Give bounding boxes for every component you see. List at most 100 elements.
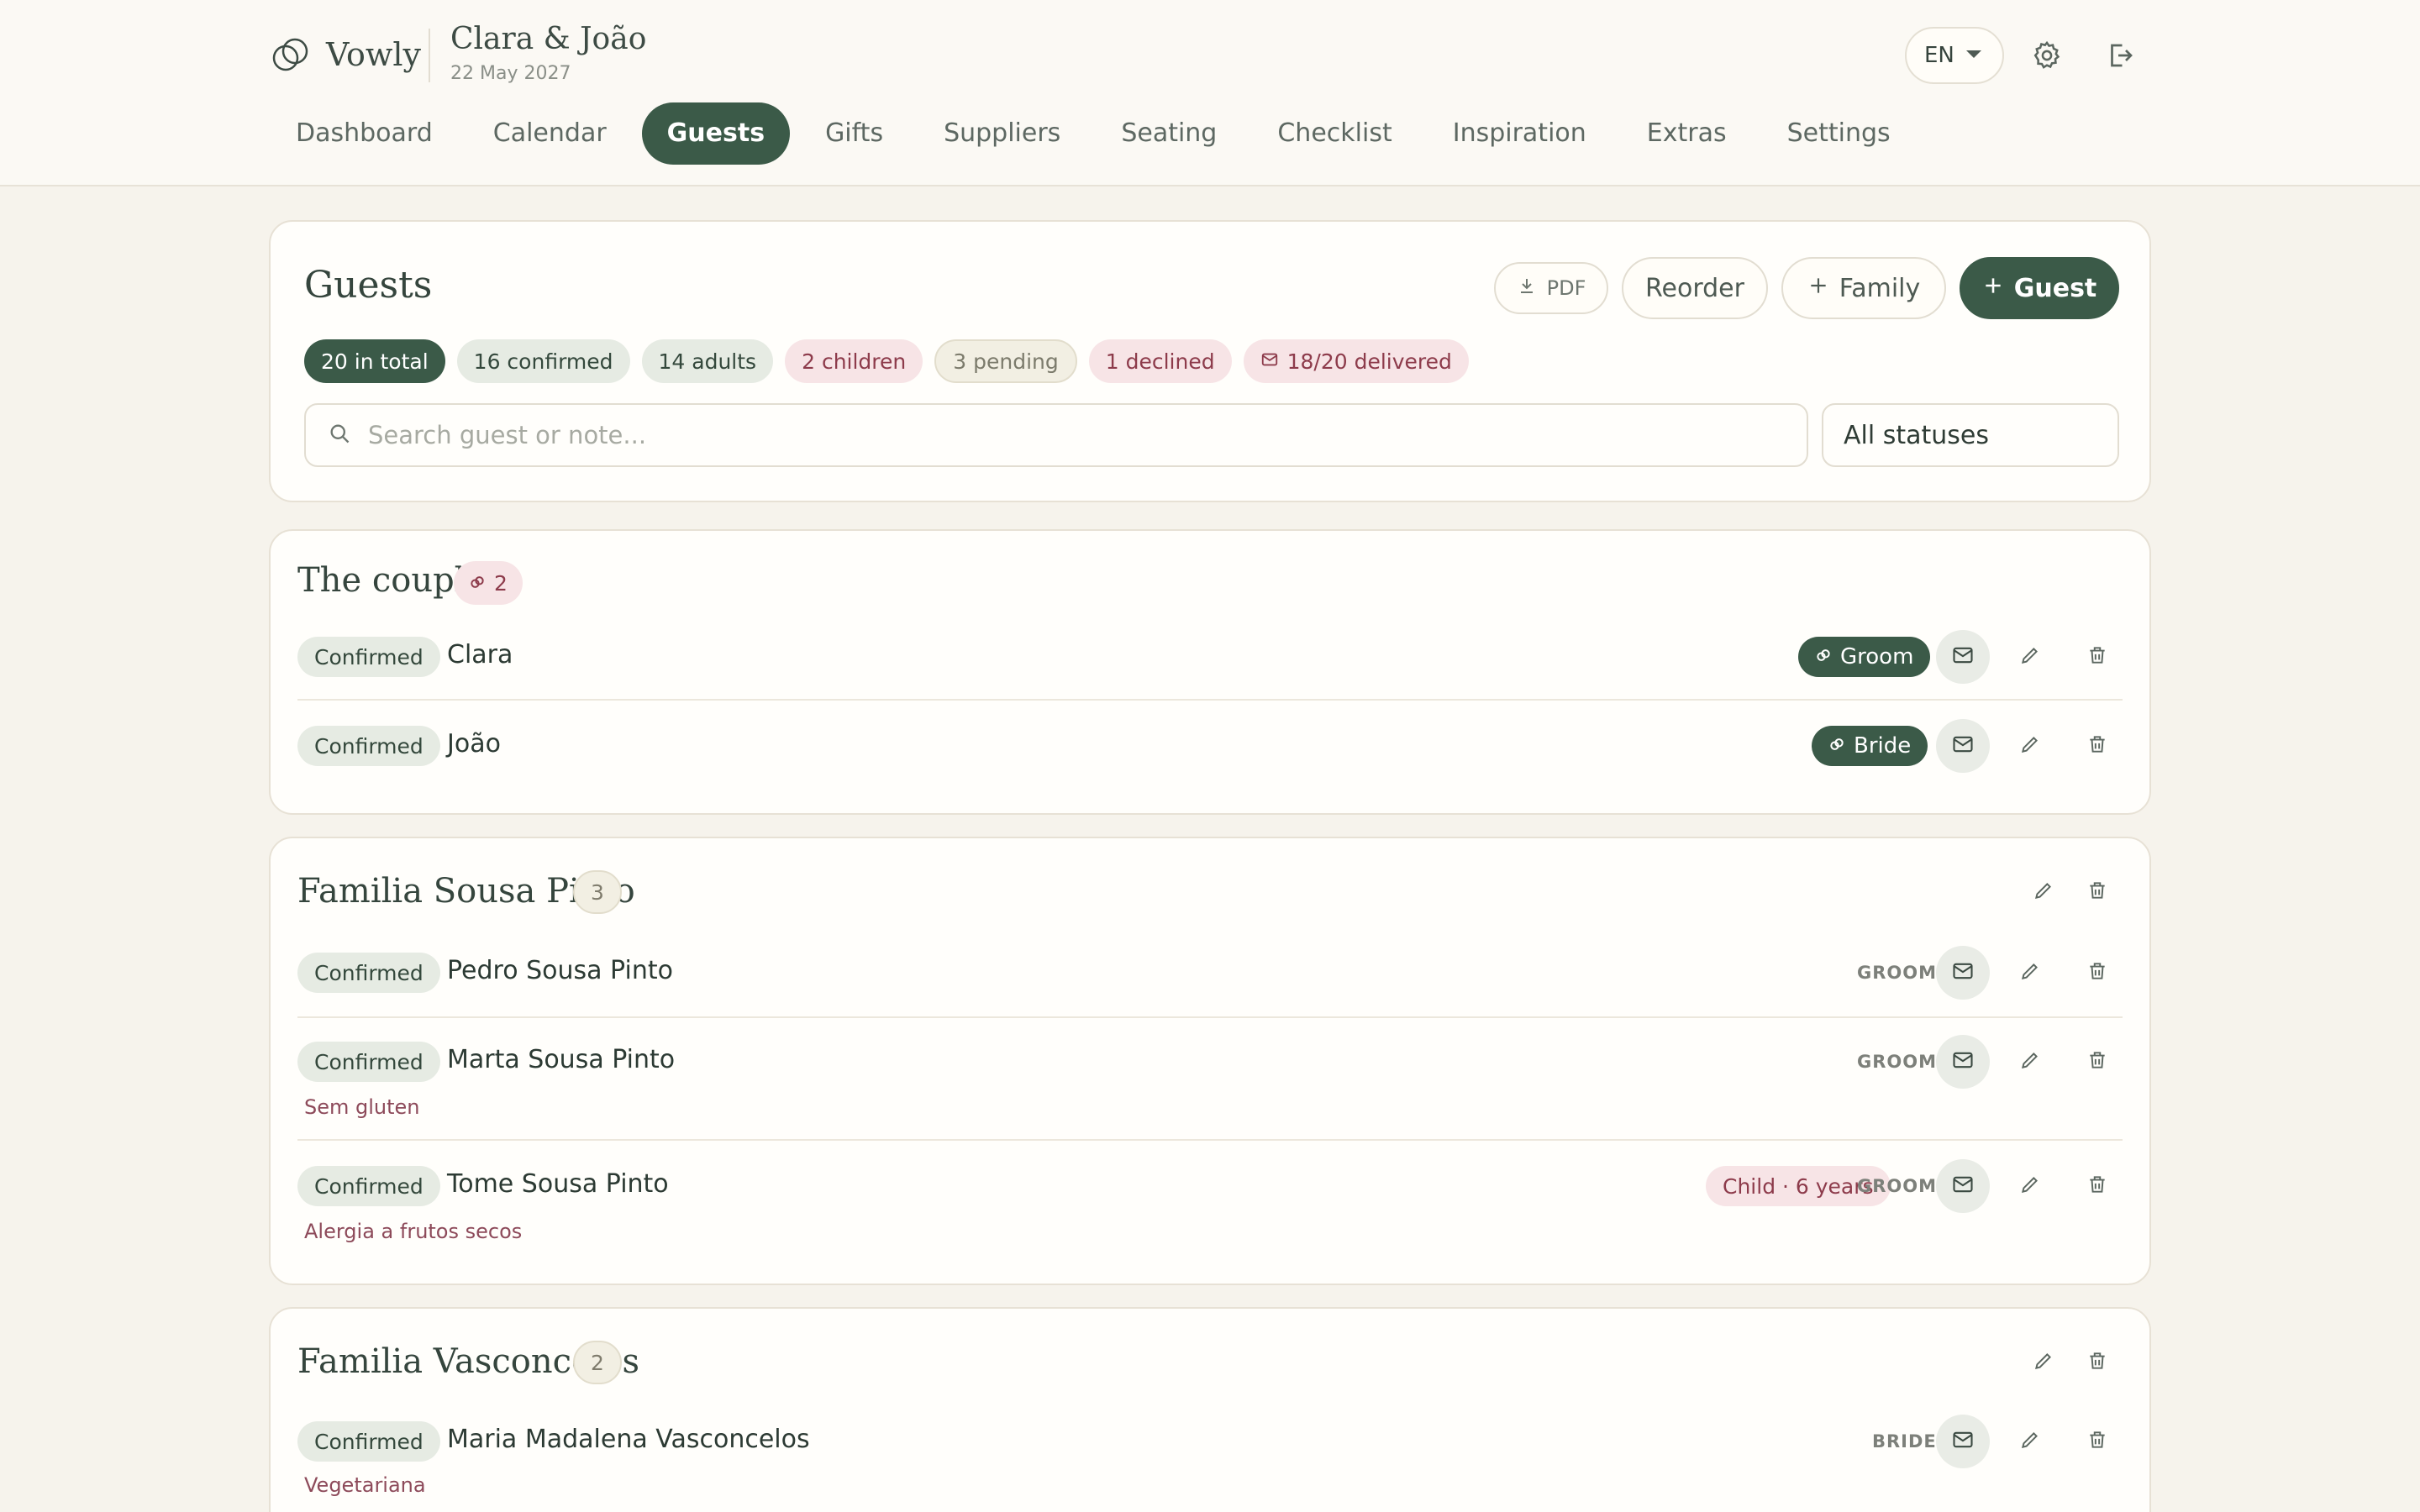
- export-pdf-button[interactable]: PDF: [1494, 262, 1608, 314]
- guest-name: Tome Sousa Pinto: [447, 1169, 669, 1199]
- guest-stats: 20 in total 16 confirmed 14 adults 2 chi…: [304, 339, 1469, 383]
- logo-rings-icon: [271, 34, 311, 75]
- nav-dashboard[interactable]: Dashboard: [271, 102, 458, 165]
- download-icon: [1517, 276, 1537, 301]
- add-guest-label: Guest: [2013, 273, 2097, 303]
- language-code: EN: [1924, 43, 1954, 68]
- delete-button[interactable]: [2079, 1168, 2116, 1205]
- mail-icon: [1951, 643, 1975, 670]
- send-invite-button[interactable]: [1936, 630, 1990, 684]
- trash-icon: [2086, 1049, 2108, 1074]
- delete-button[interactable]: [2079, 727, 2116, 764]
- send-invite-button[interactable]: [1936, 1159, 1990, 1213]
- mail-icon: [1951, 1173, 1975, 1200]
- gear-icon[interactable]: [2028, 37, 2065, 74]
- guest-row[interactable]: Confirmed João Bride: [297, 701, 2123, 790]
- logout-icon[interactable]: [2102, 37, 2139, 74]
- edit-button[interactable]: [2012, 638, 2049, 675]
- stat-children[interactable]: 2 children: [785, 339, 923, 383]
- delete-group-button[interactable]: [2079, 1344, 2116, 1381]
- trash-icon: [2086, 644, 2108, 669]
- group-card-vasconcelos: Familia Vasconcelos 2 Confirmed Maria Ma…: [269, 1307, 2151, 1512]
- search-input[interactable]: Search guest or note...: [304, 403, 1808, 467]
- edit-button[interactable]: [2012, 954, 2049, 991]
- send-invite-button[interactable]: [1936, 946, 1990, 1000]
- pencil-icon: [2019, 1429, 2041, 1454]
- status-badge: Confirmed: [297, 1166, 440, 1206]
- link-icon: [1815, 644, 1832, 669]
- nav-calendar[interactable]: Calendar: [468, 102, 632, 165]
- guest-row[interactable]: Confirmed Tome Sousa Pinto Alergia a fru…: [297, 1141, 2123, 1263]
- mail-icon: [1951, 1428, 1975, 1455]
- stat-total[interactable]: 20 in total: [304, 339, 445, 383]
- side-tag: BRIDE: [1872, 1431, 1937, 1452]
- guest-row[interactable]: Confirmed Marta Sousa Pinto Sem gluten G…: [297, 1018, 2123, 1141]
- app-name: Vowly: [326, 36, 421, 73]
- plus-icon: [1982, 274, 2004, 303]
- search-icon: [328, 422, 351, 449]
- mail-icon: [1951, 959, 1975, 986]
- pencil-icon: [2019, 644, 2041, 669]
- stat-adults[interactable]: 14 adults: [641, 339, 774, 383]
- nav-extras[interactable]: Extras: [1622, 102, 1752, 165]
- role-label: Groom: [1840, 644, 1914, 669]
- edit-button[interactable]: [2012, 1168, 2049, 1205]
- stat-delivered-label: 18/20 delivered: [1286, 349, 1452, 374]
- guest-row[interactable]: Confirmed Pedro Sousa Pinto GROOM: [297, 929, 2123, 1018]
- app-logo[interactable]: Vowly: [271, 34, 421, 76]
- send-invite-button[interactable]: [1936, 719, 1990, 773]
- guest-name: Marta Sousa Pinto: [447, 1045, 676, 1074]
- group-count-badge: 2: [454, 561, 523, 605]
- trash-icon: [2086, 1173, 2108, 1199]
- add-family-button[interactable]: Family: [1781, 257, 1946, 319]
- nav-suppliers[interactable]: Suppliers: [918, 102, 1086, 165]
- guest-row[interactable]: Confirmed Clara Groom: [297, 612, 2123, 701]
- guest-name: Pedro Sousa Pinto: [447, 956, 673, 985]
- delete-button[interactable]: [2079, 1043, 2116, 1080]
- nav-guests[interactable]: Guests: [641, 102, 791, 165]
- mail-icon: [1951, 732, 1975, 759]
- send-invite-button[interactable]: [1936, 1035, 1990, 1089]
- status-badge: Confirmed: [297, 637, 440, 677]
- nav-inspiration[interactable]: Inspiration: [1428, 102, 1612, 165]
- stat-pending[interactable]: 3 pending: [934, 339, 1077, 383]
- language-selector[interactable]: EN: [1905, 27, 2004, 84]
- reorder-button[interactable]: Reorder: [1622, 257, 1768, 319]
- group-count-badge: 2: [573, 1341, 622, 1384]
- nav-checklist[interactable]: Checklist: [1252, 102, 1417, 165]
- status-filter-select[interactable]: All statuses: [1822, 403, 2119, 467]
- guest-name: Maria Madalena Vasconcelos: [447, 1425, 810, 1454]
- delete-button[interactable]: [2079, 638, 2116, 675]
- stat-confirmed[interactable]: 16 confirmed: [456, 339, 630, 383]
- chevron-down-icon: [1965, 48, 1983, 64]
- send-invite-button[interactable]: [1936, 1415, 1990, 1468]
- status-badge: Confirmed: [297, 726, 440, 766]
- page-title: Guests: [304, 264, 433, 307]
- status-badge: Confirmed: [297, 1042, 440, 1082]
- nav-settings[interactable]: Settings: [1762, 102, 1916, 165]
- export-pdf-label: PDF: [1546, 276, 1586, 300]
- add-guest-button[interactable]: Guest: [1960, 257, 2119, 319]
- nav-gifts[interactable]: Gifts: [800, 102, 908, 165]
- delete-group-button[interactable]: [2079, 874, 2116, 911]
- edit-group-button[interactable]: [2025, 1344, 2062, 1381]
- edit-button[interactable]: [2012, 727, 2049, 764]
- group-count-badge: 3: [573, 870, 622, 914]
- guest-row[interactable]: Confirmed Maria Madalena Vasconcelos Veg…: [297, 1399, 2123, 1512]
- nav-seating[interactable]: Seating: [1096, 102, 1242, 165]
- delete-button[interactable]: [2079, 1423, 2116, 1460]
- add-family-label: Family: [1839, 273, 1921, 303]
- edit-button[interactable]: [2012, 1043, 2049, 1080]
- mail-icon: [1260, 349, 1279, 374]
- delete-button[interactable]: [2079, 954, 2116, 991]
- trash-icon: [2086, 1350, 2108, 1375]
- edit-button[interactable]: [2012, 1423, 2049, 1460]
- stat-declined[interactable]: 1 declined: [1088, 339, 1232, 383]
- search-placeholder: Search guest or note...: [368, 421, 647, 449]
- edit-group-button[interactable]: [2025, 874, 2062, 911]
- plus-icon: [1807, 274, 1829, 303]
- role-badge: Groom: [1798, 637, 1931, 677]
- stat-delivered[interactable]: 18/20 delivered: [1243, 339, 1469, 383]
- group-count: 2: [494, 570, 508, 596]
- app-header: Vowly Clara & João 22 May 2027 EN Dashbo…: [0, 0, 2420, 186]
